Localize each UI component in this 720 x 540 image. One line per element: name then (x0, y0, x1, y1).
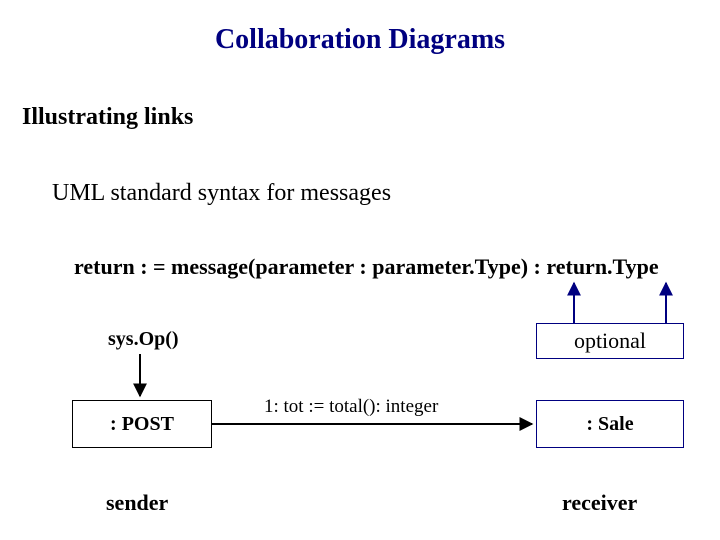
page-title: Collaboration Diagrams (0, 24, 720, 56)
section-heading-syntax: UML standard syntax for messages (52, 180, 391, 207)
optional-box: optional (536, 323, 684, 359)
optional-label: optional (574, 328, 646, 354)
message-label: 1: tot := total(): integer (264, 396, 438, 418)
syntax-expression: return : = message(parameter : parameter… (74, 254, 659, 280)
sysop-label: sys.Op() (108, 328, 179, 351)
post-label: : POST (110, 413, 174, 436)
section-heading-links: Illustrating links (22, 104, 193, 131)
post-box: : POST (72, 400, 212, 448)
sale-box: : Sale (536, 400, 684, 448)
receiver-label: receiver (562, 490, 637, 516)
sale-label: : Sale (586, 413, 633, 436)
sender-label: sender (106, 490, 168, 516)
